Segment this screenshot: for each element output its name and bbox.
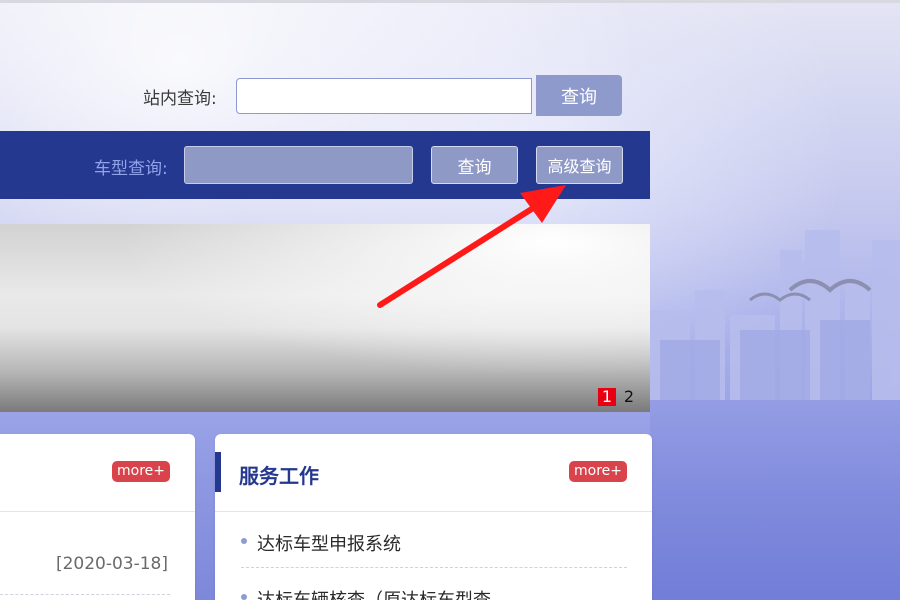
service-item-1[interactable]: 达标车型申报系统 <box>241 512 627 568</box>
bullet-icon <box>241 538 247 544</box>
service-card-header: 服务工作 more+ <box>215 434 652 512</box>
banner-pager: 1 2 <box>598 388 638 406</box>
service-list: 达标车型申报系统 达标车辆核查（原达标车型查 <box>215 512 652 600</box>
model-search-button[interactable]: 查询 <box>431 146 518 184</box>
site-search-bar: 站内查询: 查询 <box>0 74 650 118</box>
top-divider <box>0 0 900 3</box>
service-item-label: 达标车辆核查（原达标车型查 <box>257 586 491 600</box>
bullet-icon <box>241 594 247 600</box>
site-search-label: 站内查询: <box>143 89 217 109</box>
service-more-button[interactable]: more+ <box>569 461 627 482</box>
news-card: more+ [2020-03-18] <box>0 434 195 600</box>
service-item-label: 达标车型申报系统 <box>257 534 401 555</box>
news-more-button[interactable]: more+ <box>112 461 170 482</box>
banner-page-2[interactable]: 2 <box>620 388 638 406</box>
model-search-bar: 车型查询: 查询 高级查询 <box>0 131 650 199</box>
banner-page-1[interactable]: 1 <box>598 388 616 406</box>
site-search-button[interactable]: 查询 <box>536 75 622 116</box>
news-item-date: [2020-03-18] <box>55 554 168 574</box>
service-card-accent <box>215 452 221 492</box>
advanced-search-button[interactable]: 高级查询 <box>536 146 623 184</box>
service-card-title: 服务工作 <box>239 464 319 488</box>
service-item-2[interactable]: 达标车辆核查（原达标车型查 <box>241 568 627 600</box>
model-search-label: 车型查询: <box>94 159 168 179</box>
service-card: 服务工作 more+ 达标车型申报系统 达标车辆核查（原达标车型查 <box>215 434 652 600</box>
banner-slider[interactable]: 1 2 <box>0 224 650 412</box>
news-card-header: more+ <box>0 434 195 512</box>
news-divider <box>0 594 170 595</box>
model-search-input[interactable] <box>184 146 413 184</box>
water-background <box>650 400 900 600</box>
site-search-input[interactable] <box>236 78 532 114</box>
